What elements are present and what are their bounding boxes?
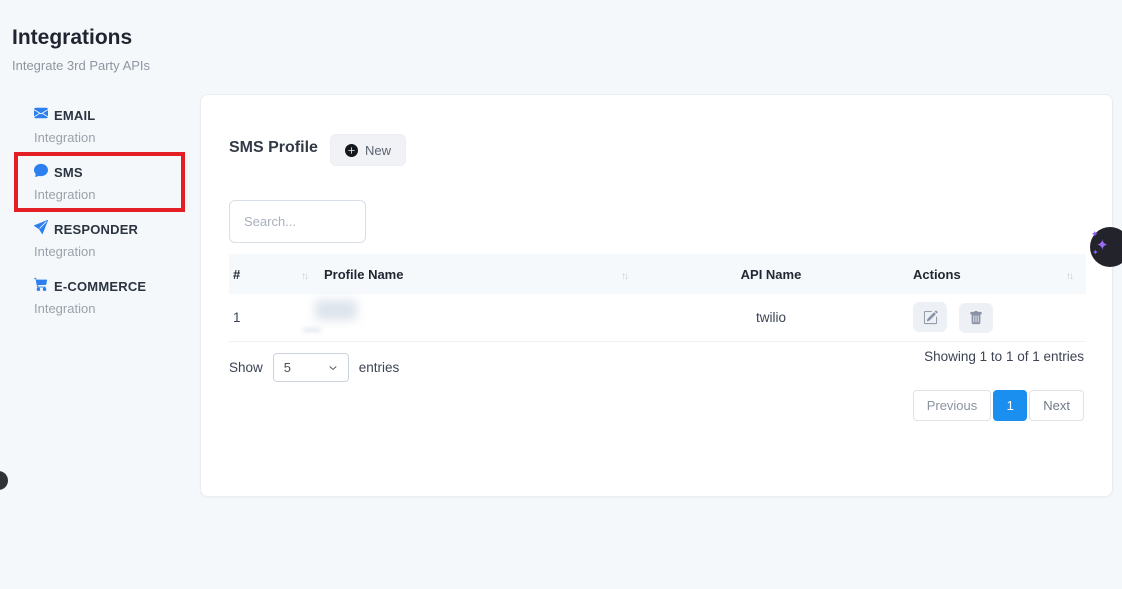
- edge-widget-button[interactable]: [0, 471, 8, 490]
- sidebar-item-responder[interactable]: RESPONDER Integration: [34, 220, 194, 259]
- entries-label: entries: [359, 360, 400, 375]
- sidebar-item-sublabel: Integration: [34, 187, 194, 202]
- sidebar-item-email[interactable]: EMAIL Integration: [34, 106, 194, 145]
- sms-profile-table: # ↑↓ Profile Name ↑↓ API Name Actions ↑↓…: [229, 254, 1086, 342]
- paper-plane-icon: [34, 220, 48, 239]
- ai-assistant-button[interactable]: ✦ ✦ ✦: [1090, 227, 1122, 267]
- show-label: Show: [229, 360, 263, 375]
- sidebar-item-ecommerce[interactable]: E-COMMERCE Integration: [34, 277, 194, 316]
- actions-cell: [901, 302, 1086, 333]
- sparkle-small-icon: ✦: [1092, 248, 1099, 257]
- sort-icon[interactable]: ↑↓: [1066, 271, 1072, 282]
- sidebar-item-sms[interactable]: SMS Integration: [34, 163, 194, 202]
- column-header-api-name[interactable]: API Name: [641, 267, 901, 282]
- sidebar-item-sublabel: Integration: [34, 130, 194, 145]
- plus-circle-icon: [345, 144, 358, 157]
- pagination: Previous 1 Next: [913, 390, 1084, 421]
- table-info-text: Showing 1 to 1 of 1 entries: [924, 349, 1084, 364]
- edit-icon: [923, 310, 938, 325]
- sidebar-item-label: EMAIL: [54, 108, 95, 123]
- shopping-cart-icon: [34, 277, 48, 296]
- delete-button[interactable]: [959, 303, 993, 333]
- current-page-button[interactable]: 1: [993, 390, 1027, 421]
- sparkle-small-icon: ✦: [1091, 229, 1099, 240]
- sort-icon[interactable]: ↑↓: [301, 271, 307, 282]
- table-header-row: # ↑↓ Profile Name ↑↓ API Name Actions ↑↓: [229, 254, 1086, 294]
- page-header: Integrations Integrate 3rd Party APIs: [12, 26, 150, 73]
- search-input[interactable]: [229, 200, 366, 243]
- chevron-down-icon: [328, 364, 338, 372]
- sms-profile-card: SMS Profile New # ↑↓ Profile Name ↑↓ API…: [200, 94, 1113, 497]
- card-title: SMS Profile: [229, 139, 318, 157]
- sidebar-item-sublabel: Integration: [34, 244, 194, 259]
- entries-per-page-value: 5: [284, 360, 291, 375]
- new-button[interactable]: New: [330, 134, 406, 166]
- column-header-profile-name[interactable]: Profile Name ↑↓: [321, 267, 641, 282]
- envelope-icon: [34, 106, 48, 125]
- column-header-number[interactable]: # ↑↓: [229, 267, 321, 282]
- entries-per-page-select[interactable]: 5: [273, 353, 349, 382]
- api-name-cell: twilio: [641, 310, 901, 325]
- sidebar-item-label: SMS: [54, 165, 83, 180]
- sort-icon[interactable]: ↑↓: [621, 271, 627, 282]
- chat-bubble-icon: [34, 163, 48, 182]
- page-title: Integrations: [12, 26, 150, 50]
- new-button-label: New: [365, 143, 391, 158]
- redacted-profile-name: [315, 300, 357, 320]
- sidebar-item-label: E-COMMERCE: [54, 279, 146, 294]
- column-header-actions[interactable]: Actions ↑↓: [901, 267, 1086, 282]
- sidebar-item-label: RESPONDER: [54, 222, 138, 237]
- row-number-cell: 1: [229, 310, 321, 325]
- next-page-button[interactable]: Next: [1029, 390, 1084, 421]
- redacted-profile-name-smudge: [303, 328, 321, 332]
- length-menu: Show 5 entries: [229, 353, 399, 382]
- edit-button[interactable]: [913, 302, 947, 332]
- table-row: 1 twilio: [229, 294, 1086, 342]
- sidebar-item-sublabel: Integration: [34, 301, 194, 316]
- trash-icon: [969, 311, 983, 325]
- integrations-page: Integrations Integrate 3rd Party APIs EM…: [0, 0, 1122, 589]
- page-subtitle: Integrate 3rd Party APIs: [12, 58, 150, 73]
- previous-page-button[interactable]: Previous: [913, 390, 992, 421]
